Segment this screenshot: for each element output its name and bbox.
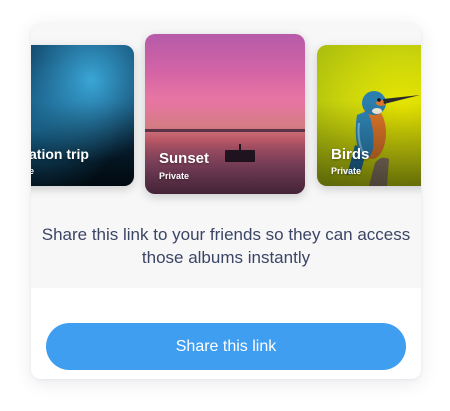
album-carousel[interactable]: ation trip e Sunset Private Birds Privat… bbox=[31, 23, 421, 223]
share-message: Share this link to your friends so they … bbox=[41, 225, 411, 267]
album-visibility: e bbox=[31, 166, 35, 176]
album-title: ation trip bbox=[31, 146, 89, 162]
album-card-sunset[interactable]: Sunset Private bbox=[145, 34, 305, 194]
album-card-ocean[interactable]: ation trip e bbox=[31, 45, 134, 186]
album-visibility: Private bbox=[159, 171, 190, 181]
footer: Share this link bbox=[31, 288, 421, 379]
album-card-birds[interactable]: Birds Private bbox=[317, 45, 421, 186]
album-title: Birds bbox=[331, 146, 370, 163]
album-visibility: Private bbox=[331, 166, 362, 176]
album-title: Sunset bbox=[159, 150, 210, 167]
share-link-button[interactable]: Share this link bbox=[46, 323, 406, 370]
share-card: ation trip e Sunset Private Birds Privat… bbox=[31, 23, 421, 379]
